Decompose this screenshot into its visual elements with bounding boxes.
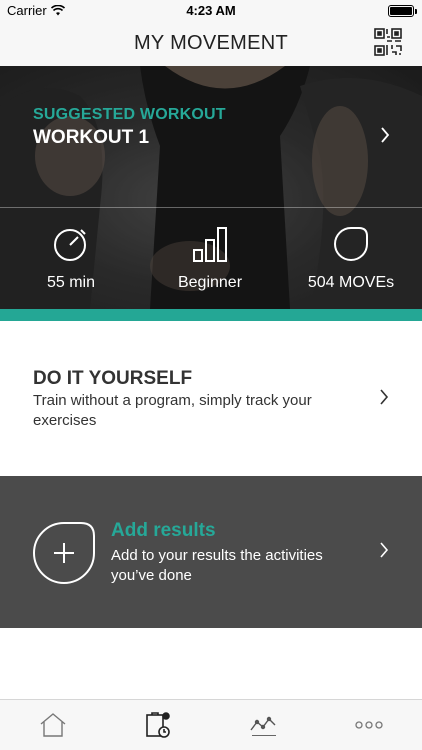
chevron-right-icon [380,389,389,405]
battery-icon [388,5,417,17]
qr-code-button[interactable] [374,28,402,56]
stopwatch-icon [54,229,86,261]
page-title: MY MOVEMENT [133,32,289,54]
workout-plan-icon [146,712,170,738]
level-label: Beginner [177,274,243,291]
add-results-card[interactable]: Add results Add to your results the acti… [0,476,422,628]
status-time: 4:23 AM [186,3,236,18]
tab-bar [0,699,422,750]
duration-stat: 55 min [11,224,131,292]
level-stat: Beginner [150,224,270,292]
chevron-right-icon [381,127,390,143]
do-it-yourself-card[interactable]: DO IT YOURSELF Train without a program, … [0,321,422,475]
navigation-bar: MY MOVEMENT [0,22,422,66]
tab-home[interactable] [23,700,83,750]
tab-more[interactable] [339,700,399,750]
qr-code-icon [374,28,402,56]
tab-statistics[interactable] [233,700,293,750]
workout-title: WORKOUT 1 [33,127,150,148]
accent-strip [0,309,422,321]
suggested-workout-card[interactable]: SUGGESTED WORKOUT WORKOUT 1 55 min Begin… [0,66,422,309]
duration-label: 55 min [46,274,96,291]
tab-workout-plan[interactable] [128,700,188,750]
status-bar: Carrier 4:23 AM [0,0,422,22]
moves-badge-icon [334,227,368,261]
stats-chart-icon [250,716,276,731]
more-icon [355,721,383,729]
diy-title: DO IT YOURSELF [33,368,193,389]
add-results-title: Add results [111,520,216,541]
chevron-right-icon [380,542,389,558]
suggested-workout-label: SUGGESTED WORKOUT [33,106,226,123]
add-results-description: Add to your results the activities you’v… [111,547,323,584]
home-icon [40,713,66,737]
level-bars-icon [193,227,227,262]
moves-stat: 504 MOVEs [291,224,411,292]
add-circle-icon [33,522,95,584]
diy-description: Train without a program, simply track yo… [33,392,312,429]
active-tab-indicator [252,735,276,736]
moves-label: 504 MOVEs [307,274,395,291]
hero-divider [0,207,422,208]
